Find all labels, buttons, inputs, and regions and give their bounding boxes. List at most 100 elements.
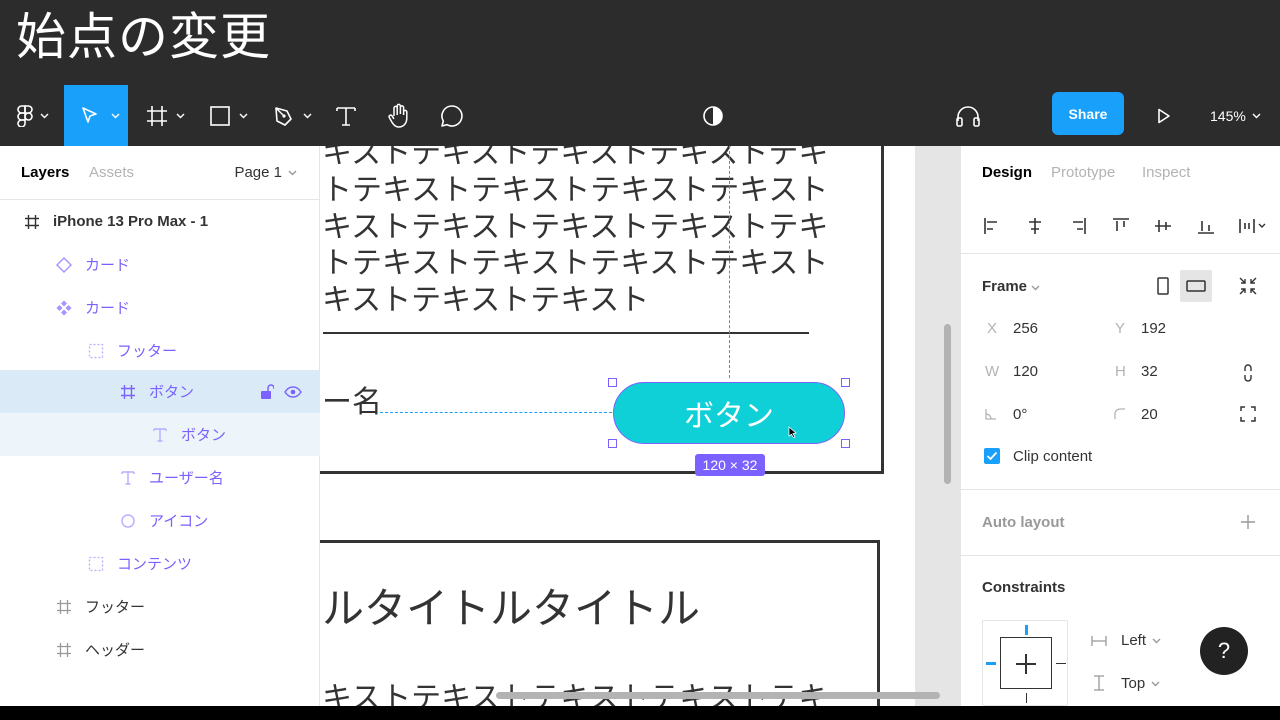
autolayout-icon <box>87 555 105 573</box>
pen-tool-icon[interactable] <box>272 85 296 146</box>
resize-handle[interactable] <box>608 439 617 448</box>
layer-row[interactable]: ボタン <box>0 413 320 456</box>
constraint-v-center[interactable] <box>1025 654 1027 674</box>
frame-icon <box>55 598 73 616</box>
tab-inspect[interactable]: Inspect <box>1142 164 1190 181</box>
chevron-down-icon[interactable] <box>303 85 312 146</box>
layer-row[interactable]: iPhone 13 Pro Max - 1 <box>0 200 320 243</box>
vertical-constraint-dropdown[interactable]: Top <box>1121 675 1160 692</box>
add-auto-layout-icon[interactable] <box>1240 514 1256 535</box>
chevron-down-icon <box>1151 681 1160 686</box>
vertical-scrollbar[interactable] <box>944 324 951 484</box>
constraint-left-line[interactable] <box>986 662 996 665</box>
hand-tool-icon[interactable] <box>386 85 412 146</box>
layer-row[interactable]: カード <box>0 243 320 286</box>
h-input[interactable]: 32 <box>1141 363 1158 380</box>
align-horizontal-center-icon[interactable] <box>1023 214 1047 238</box>
constraint-widget[interactable] <box>982 620 1068 706</box>
layer-row[interactable]: フッター <box>0 585 320 628</box>
zoom-dropdown[interactable]: 145% <box>1210 85 1261 146</box>
chevron-down-icon <box>1031 285 1040 291</box>
align-top-icon[interactable] <box>1109 214 1133 238</box>
rectangle-tool-icon[interactable] <box>208 85 232 146</box>
frame-icon <box>55 641 73 659</box>
present-play-icon[interactable] <box>1156 85 1172 146</box>
slide-title: 始点の変更 <box>16 8 271 66</box>
layer-row[interactable]: アイコン <box>0 499 320 542</box>
resize-to-fit-icon[interactable] <box>1238 276 1258 301</box>
tab-design[interactable]: Design <box>982 164 1032 181</box>
page-selector[interactable]: Page 1 <box>234 164 297 181</box>
zoom-label: 145% <box>1210 107 1246 124</box>
divider-line <box>323 332 809 334</box>
layer-label: カード <box>85 257 131 274</box>
chevron-down-icon <box>1252 113 1261 118</box>
layer-row[interactable]: ユーザー名 <box>0 456 320 499</box>
layer-label: アイコン <box>149 513 209 530</box>
rotation-input[interactable]: 0° <box>1013 406 1027 423</box>
card-frame[interactable]: ルタイトルタイトル キストテキストテキストテキストテキ <box>320 540 880 706</box>
theme-toggle-icon[interactable] <box>702 85 724 146</box>
frame-tool-icon[interactable] <box>145 85 169 146</box>
y-input[interactable]: 192 <box>1141 320 1166 337</box>
tab-prototype[interactable]: Prototype <box>1051 164 1115 181</box>
layer-row[interactable]: フッター <box>0 329 320 372</box>
move-tool-button[interactable] <box>64 85 128 146</box>
constrain-proportions-icon[interactable] <box>1242 363 1254 388</box>
resize-handle[interactable] <box>841 378 850 387</box>
chevron-down-icon[interactable] <box>239 85 248 146</box>
layer-row[interactable]: カード <box>0 286 320 329</box>
audio-headphones-icon[interactable] <box>955 85 981 146</box>
distribute-icon[interactable] <box>1237 214 1269 238</box>
layer-row[interactable]: コンテンツ <box>0 542 320 585</box>
layer-row-selected[interactable]: ボタン <box>0 370 320 413</box>
tab-assets[interactable]: Assets <box>89 164 134 181</box>
constraints-label: Constraints <box>982 579 1066 596</box>
resize-handle[interactable] <box>608 378 617 387</box>
tab-layers[interactable]: Layers <box>21 164 69 181</box>
layer-label: フッター <box>117 343 178 360</box>
chevron-down-icon[interactable] <box>40 85 49 146</box>
x-input[interactable]: 256 <box>1013 320 1038 337</box>
help-button[interactable]: ? <box>1200 627 1248 675</box>
independent-corners-icon[interactable] <box>1240 406 1256 427</box>
constraint-right-line[interactable] <box>1056 663 1066 664</box>
resize-handle[interactable] <box>841 439 850 448</box>
layer-label: ユーザー名 <box>149 470 224 487</box>
clip-content-checkbox[interactable] <box>984 448 1000 464</box>
w-input[interactable]: 120 <box>1013 363 1038 380</box>
frame-dropdown[interactable]: Frame <box>982 278 1040 295</box>
autolayout-icon <box>87 342 105 360</box>
button-element[interactable]: ボタン <box>613 382 845 444</box>
share-button[interactable]: Share <box>1052 92 1124 135</box>
comment-tool-icon[interactable] <box>440 85 464 146</box>
layers-panel-tabs: Layers Assets Page 1 <box>0 146 319 200</box>
layer-row[interactable]: ヘッダー <box>0 628 320 671</box>
constraint-top-line[interactable] <box>1025 625 1028 635</box>
figma-menu-icon[interactable] <box>14 85 36 146</box>
username-text[interactable]: ー名 <box>322 377 382 421</box>
horizontal-constraint-dropdown[interactable]: Left <box>1121 632 1161 649</box>
align-right-icon[interactable] <box>1066 214 1090 238</box>
align-vertical-center-icon[interactable] <box>1151 214 1175 238</box>
card-title-text: ルタイトルタイトル <box>322 584 701 633</box>
align-left-icon[interactable] <box>980 214 1004 238</box>
text-tool-icon[interactable] <box>334 85 358 146</box>
frame-icon <box>119 383 137 401</box>
clip-content-label: Clip content <box>1013 448 1093 465</box>
constraint-bottom-line[interactable] <box>1026 693 1027 703</box>
design-canvas[interactable]: キストテキストテキストテキストテキ トテキストテキストテキストテキスト キストテ… <box>320 146 960 706</box>
vertical-constraint-value: Top <box>1121 675 1146 692</box>
ellipse-icon <box>119 512 137 530</box>
portrait-icon[interactable] <box>1157 276 1171 296</box>
unlock-icon[interactable] <box>258 383 276 401</box>
mouse-cursor-icon <box>788 426 797 438</box>
component-outline-icon <box>55 256 73 274</box>
body-text-line: キストテキストテキストテキストテキ <box>322 673 828 706</box>
chevron-down-icon[interactable] <box>176 85 185 146</box>
landscape-button[interactable] <box>1180 270 1212 302</box>
horizontal-scrollbar[interactable] <box>496 692 940 699</box>
align-bottom-icon[interactable] <box>1194 214 1218 238</box>
corner-radius-input[interactable]: 20 <box>1141 406 1158 423</box>
eye-icon[interactable] <box>284 383 302 401</box>
